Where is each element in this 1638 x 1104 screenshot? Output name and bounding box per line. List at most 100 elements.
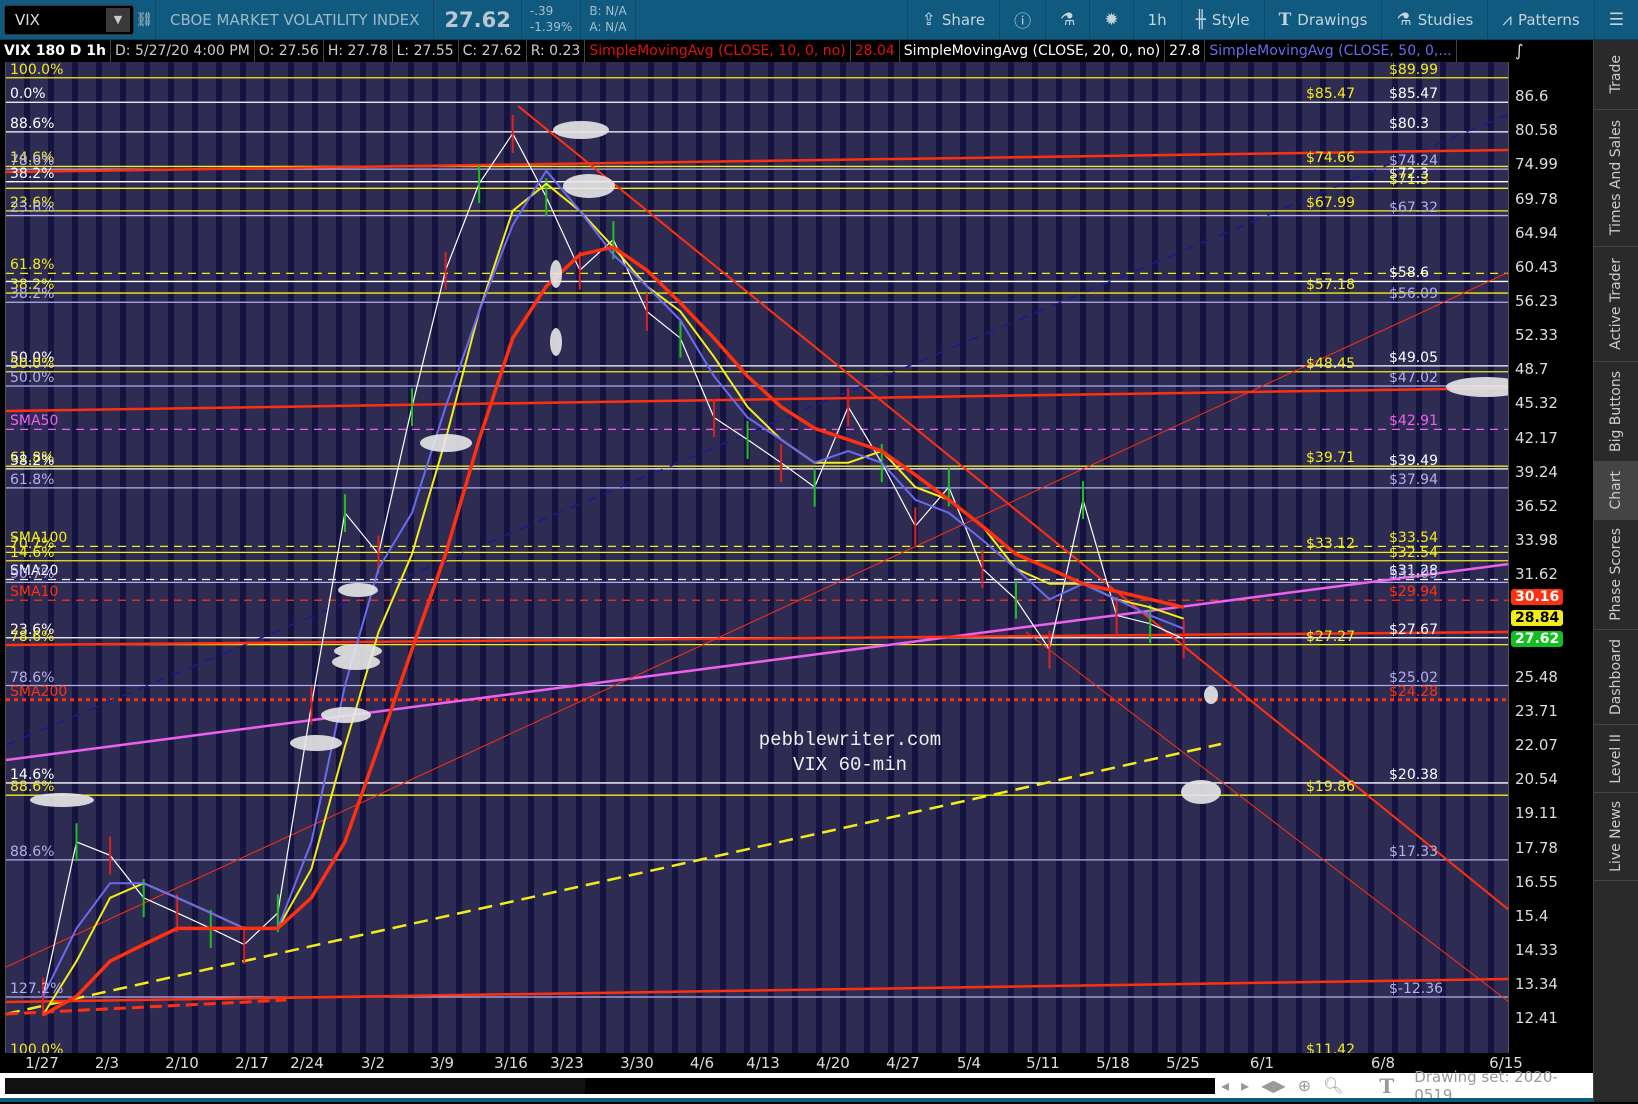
change-value: -.39 — [529, 3, 554, 18]
marker-ellipse — [553, 121, 609, 139]
date-tick: 5/4 — [956, 1054, 982, 1072]
date-tick: 6/8 — [1370, 1054, 1396, 1072]
level-label-right: $20.38 — [1389, 766, 1438, 783]
date-axis[interactable]: 1/27 2/3 2/10 2/17 2/24 3/2 3/9 3/16 3/23 3/30 4/6… — [5, 1053, 1523, 1073]
level-label-left: 100.0% — [10, 1041, 64, 1053]
symbol-selector[interactable]: VIX ▼ — [4, 4, 134, 35]
price-tick: 31.62 — [1515, 565, 1558, 584]
style-label: Style — [1211, 10, 1250, 29]
info-button[interactable]: ⓘ — [999, 0, 1045, 40]
window-border — [0, 1098, 1638, 1102]
scrollbar-thumb[interactable] — [5, 1077, 585, 1094]
price-tick: 25.48 — [1515, 667, 1558, 686]
timeframe-button[interactable]: 1h — [1132, 0, 1181, 40]
marker-ellipse — [420, 434, 472, 452]
flask-button[interactable]: ⚗ — [1045, 0, 1089, 40]
date-tick: 2/3 — [94, 1054, 120, 1072]
level-label-left: 23.6% — [10, 199, 55, 216]
sma50-study[interactable]: SimpleMovingAvg (CLOSE, 50, 0,... — [1205, 40, 1457, 62]
tab-label: Level II — [1608, 733, 1624, 784]
tab-label: Times And Sales — [1608, 120, 1624, 236]
date-tick: 3/23 — [550, 1054, 584, 1072]
link-icon[interactable]: ⛓ — [134, 0, 156, 40]
price-tick: 12.41 — [1515, 1009, 1558, 1028]
date-tick: 1/27 — [25, 1054, 59, 1072]
zoom-icon[interactable]: 🔍︎ — [1323, 1076, 1343, 1095]
price-tick: 60.43 — [1515, 257, 1558, 276]
tab-chart[interactable]: Chart — [1594, 462, 1638, 520]
level-label-mid: $19.86 — [1306, 779, 1355, 796]
settings-button[interactable]: ✹ — [1089, 0, 1132, 40]
chevron-down-icon[interactable]: ▼ — [106, 7, 130, 32]
chart-svg — [6, 77, 1508, 1017]
marker-ellipse — [563, 174, 615, 198]
ask-value: A: N/A — [589, 19, 627, 34]
style-button[interactable]: ╫ Style — [1180, 0, 1264, 40]
chart-plot[interactable]: 100.0% $89.99 0.0% $85.47 $85.47 88.6% $80.3 14… — [5, 62, 1508, 1053]
tab-label: Trade — [1608, 55, 1624, 94]
marker-ellipse — [338, 583, 378, 597]
drawings-button[interactable]: T Drawings — [1263, 0, 1382, 40]
watermark-site: pebblewriter.com — [758, 729, 942, 751]
level-label-right: $56.09 — [1389, 286, 1438, 303]
tab-phase-scores[interactable]: Phase Scores — [1594, 520, 1638, 630]
level-label-left: 88.6% — [10, 779, 55, 796]
crosshair-icon[interactable]: ⊕ — [1298, 1076, 1311, 1095]
level-label-right: $42.91 — [1389, 413, 1438, 430]
share-button[interactable]: ⇪ Share — [906, 0, 1000, 40]
tab-times-and-sales[interactable]: Times And Sales — [1594, 110, 1638, 247]
price-tick: 36.52 — [1515, 496, 1558, 515]
share-icon: ⇪ — [921, 9, 936, 30]
text-t-icon[interactable]: T — [1379, 1074, 1394, 1098]
flask-icon: ⚗ — [1060, 9, 1076, 30]
tab-level-ii[interactable]: Level II — [1594, 725, 1638, 793]
watermark: pebblewriter.com VIX 60-min — [700, 728, 1000, 778]
level-label-mid: $85.47 — [1306, 86, 1355, 103]
price-tick: 17.78 — [1515, 838, 1558, 857]
price-badge: 27.62 — [1511, 630, 1564, 647]
tab-label: Dashboard — [1608, 639, 1624, 715]
scroll-left-icon[interactable]: ◂ — [1221, 1076, 1229, 1095]
sma10-study[interactable]: SimpleMovingAvg (CLOSE, 10, 0, no) — [585, 40, 851, 62]
level-label-mid: $57.18 — [1306, 277, 1355, 294]
bar-close: C: 27.62 — [459, 40, 527, 62]
studies-button[interactable]: ⚗ Studies — [1381, 0, 1487, 40]
tab-dashboard[interactable]: Dashboard — [1594, 630, 1638, 725]
tab-live-news[interactable]: Live News — [1594, 793, 1638, 881]
level-label-right: $39.49 — [1389, 452, 1438, 469]
sma20-study[interactable]: SimpleMovingAvg (CLOSE, 20, 0, no) — [900, 40, 1166, 62]
level-label-right: $58.6 — [1389, 265, 1430, 282]
chart-title: VIX 180 D 1h — [0, 40, 112, 62]
menu-icon: ☰ — [1608, 9, 1624, 30]
level-label-left: 61.8% — [10, 471, 55, 488]
tab-trade[interactable]: Trade — [1594, 40, 1638, 110]
bar-low: L: 27.55 — [393, 40, 459, 62]
price-axis[interactable]: 86.6 80.58 74.99 69.78 64.94 60.43 56.23 52.33 4… — [1508, 62, 1593, 1053]
level-label-left: 100.0% — [10, 62, 64, 78]
price-tick: 13.34 — [1515, 975, 1558, 994]
date-tick: 4/6 — [689, 1054, 715, 1072]
timeframe-label: 1h — [1147, 10, 1167, 29]
date-tick: 5/25 — [1166, 1054, 1200, 1072]
patterns-label: Patterns — [1517, 10, 1580, 29]
studies-toggle-icon[interactable]: ∫ — [1515, 41, 1523, 60]
level-label-right: $71.3 — [1389, 172, 1430, 189]
trendline-red-level — [6, 386, 1508, 413]
menu-button[interactable]: ☰ — [1593, 0, 1638, 40]
date-tick: 2/17 — [235, 1054, 269, 1072]
date-tick: 5/11 — [1026, 1054, 1060, 1072]
patterns-button[interactable]: ⩘ Patterns — [1487, 0, 1593, 40]
trendline-down-main — [517, 105, 1508, 911]
trendline-red-mid — [6, 630, 1508, 647]
date-tick: 3/9 — [429, 1054, 455, 1072]
pan-icon[interactable]: ◀▶ — [1261, 1076, 1286, 1095]
horizontal-scrollbar[interactable] — [5, 1077, 1216, 1094]
tab-active-trader[interactable]: Active Trader — [1594, 247, 1638, 362]
price-tick: 42.17 — [1515, 428, 1558, 447]
date-tick: 2/10 — [165, 1054, 199, 1072]
price-tick: 22.07 — [1515, 736, 1558, 755]
watermark-caption: VIX 60-min — [792, 754, 908, 776]
bar-range: R: 0.23 — [527, 40, 586, 62]
tab-big-buttons[interactable]: Big Buttons — [1594, 362, 1638, 462]
scroll-right-icon[interactable]: ▸ — [1241, 1076, 1249, 1095]
